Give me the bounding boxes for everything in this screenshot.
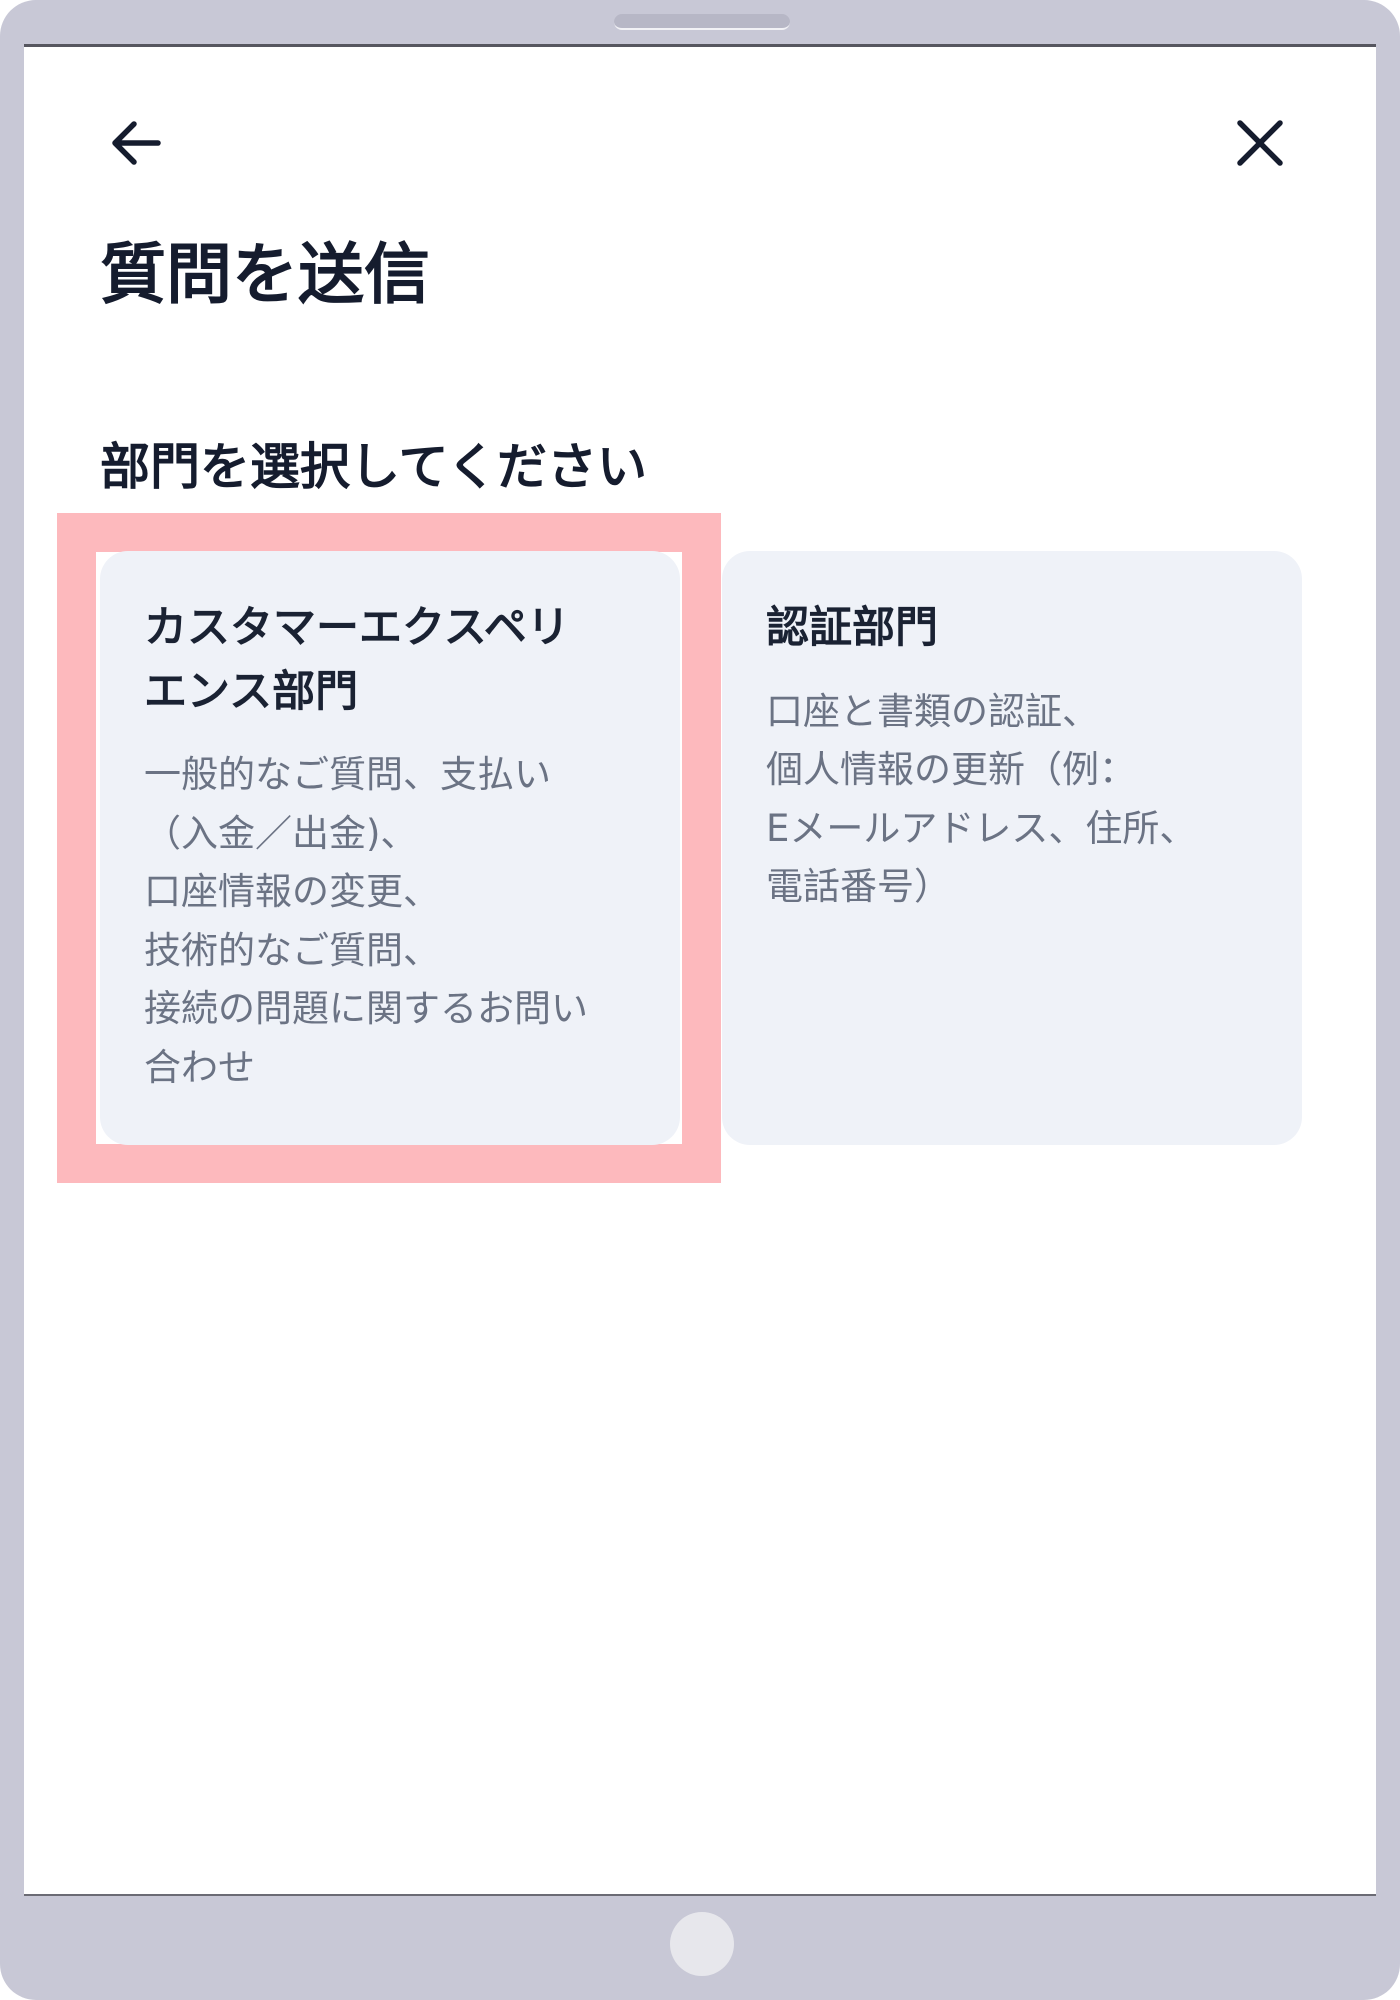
department-title-line: カスタマーエクスペリ bbox=[144, 603, 570, 653]
description-line: 個人情報の更新（例： bbox=[766, 748, 1136, 792]
close-icon bbox=[1237, 120, 1283, 166]
department-card-customer-experience[interactable]: カスタマーエクスペリ エンス部門 一般的なご質問、支払い （入金／出金)、 口座… bbox=[100, 551, 680, 1145]
department-description: 一般的なご質問、支払い （入金／出金)、 口座情報の変更、 技術的なご質問、 接… bbox=[144, 746, 636, 1097]
description-line: 口座と書類の認証、 bbox=[766, 689, 1099, 733]
department-title-line: 認証部門 bbox=[766, 603, 938, 653]
description-line: （入金／出金)、 bbox=[144, 811, 418, 855]
department-card-verification[interactable]: 認証部門 口座と書類の認証、 個人情報の更新（例： Eメールアドレス、住所、 電… bbox=[722, 551, 1302, 1145]
app-screen: 質問を送信 部門を選択してください カスタマーエクスペリ エンス部門 一般的なご… bbox=[24, 44, 1376, 1896]
tablet-frame: 質問を送信 部門を選択してください カスタマーエクスペリ エンス部門 一般的なご… bbox=[0, 0, 1400, 2000]
description-line: 接続の問題に関するお問い bbox=[144, 987, 588, 1031]
description-line: 口座情報の変更、 bbox=[144, 870, 440, 914]
home-button[interactable] bbox=[670, 1912, 734, 1976]
back-button[interactable] bbox=[96, 103, 176, 183]
department-select-label: 部門を選択してください bbox=[100, 438, 647, 496]
department-title-line: エンス部門 bbox=[144, 666, 359, 717]
department-description: 口座と書類の認証、 個人情報の更新（例： Eメールアドレス、住所、 電話番号） bbox=[766, 683, 1258, 917]
close-button[interactable] bbox=[1220, 103, 1300, 183]
description-line: 電話番号） bbox=[766, 864, 951, 908]
description-line: 合わせ bbox=[144, 1045, 255, 1089]
description-line: 一般的なご質問、支払い bbox=[144, 753, 551, 797]
description-line: Eメールアドレス、住所、 bbox=[766, 806, 1197, 850]
department-title: カスタマーエクスペリ エンス部門 bbox=[144, 597, 636, 724]
arrow-left-icon bbox=[112, 121, 161, 165]
page-title: 質問を送信 bbox=[100, 236, 430, 313]
department-title: 認証部門 bbox=[766, 597, 1258, 661]
description-line: 技術的なご質問、 bbox=[144, 928, 440, 972]
speaker-grille bbox=[614, 14, 790, 30]
